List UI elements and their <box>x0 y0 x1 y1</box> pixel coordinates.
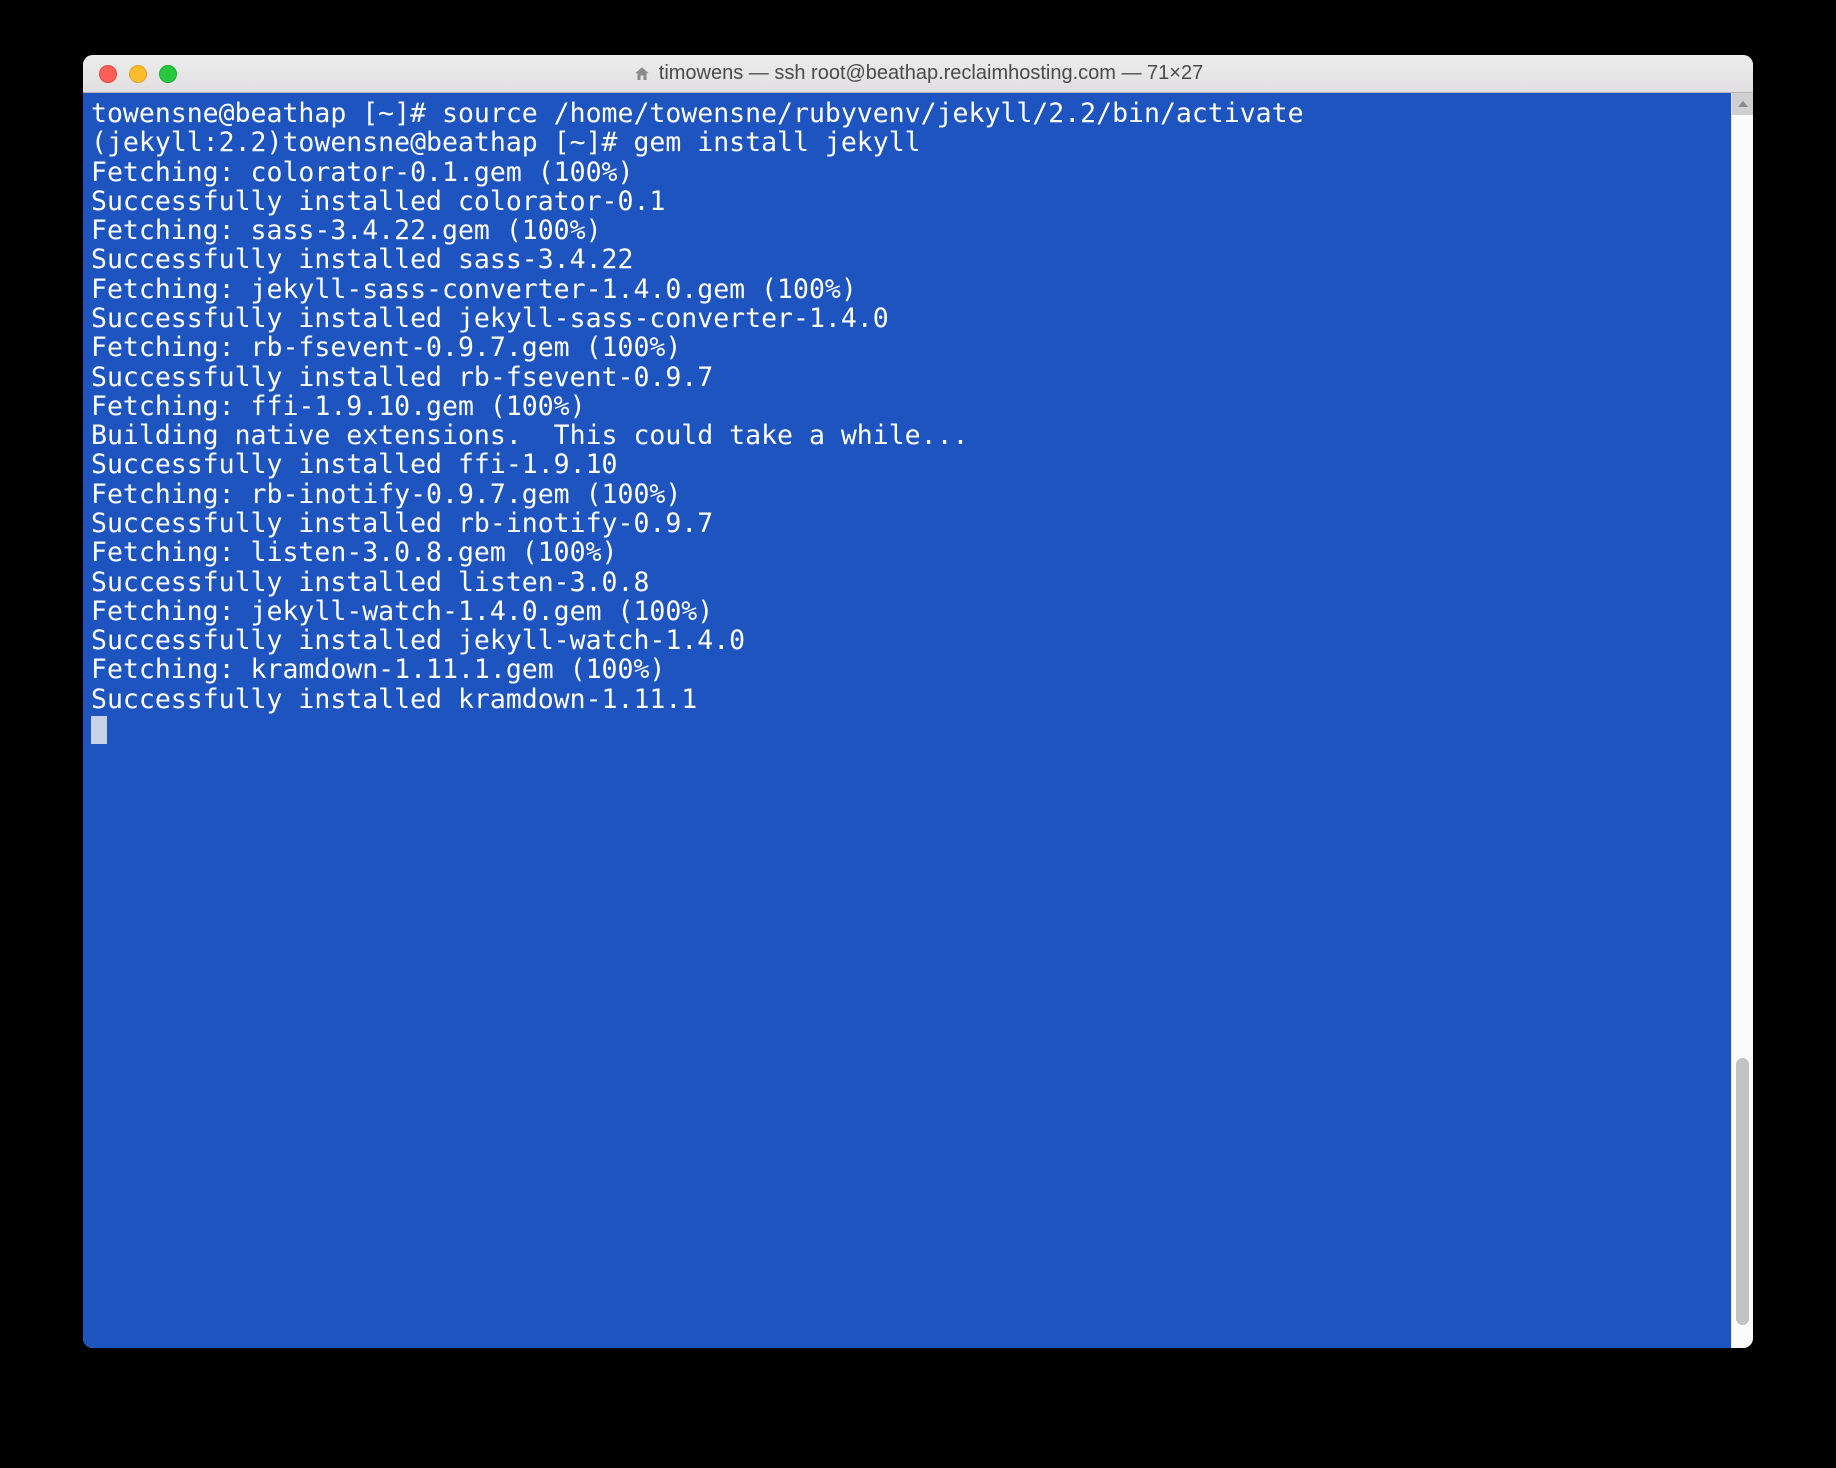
terminal-line: Successfully installed ffi-1.9.10 <box>91 449 618 480</box>
terminal-line: Successfully installed colorator-0.1 <box>91 186 665 217</box>
terminal-line: Successfully installed listen-3.0.8 <box>91 567 649 598</box>
terminal-body: towensne@beathap [~]# source /home/towen… <box>83 93 1753 1348</box>
close-button[interactable] <box>99 65 117 83</box>
terminal-line: Fetching: jekyll-sass-converter-1.4.0.ge… <box>91 274 857 305</box>
terminal-window: timowens — ssh root@beathap.reclaimhosti… <box>83 55 1753 1348</box>
terminal-line: Fetching: jekyll-watch-1.4.0.gem (100%) <box>91 596 713 627</box>
terminal-line: Fetching: ffi-1.9.10.gem (100%) <box>91 391 586 422</box>
terminal-line: Fetching: sass-3.4.22.gem (100%) <box>91 215 602 246</box>
terminal-line: Fetching: rb-inotify-0.9.7.gem (100%) <box>91 479 681 510</box>
maximize-button[interactable] <box>159 65 177 83</box>
terminal-line: Successfully installed jekyll-sass-conve… <box>91 303 889 334</box>
minimize-button[interactable] <box>129 65 147 83</box>
scrollbar-thumb[interactable] <box>1736 1058 1749 1325</box>
terminal-line: Fetching: kramdown-1.11.1.gem (100%) <box>91 654 665 685</box>
terminal-line: Fetching: rb-fsevent-0.9.7.gem (100%) <box>91 332 681 363</box>
terminal-line: Fetching: colorator-0.1.gem (100%) <box>91 157 633 188</box>
window-title-text: timowens — ssh root@beathap.reclaimhosti… <box>659 62 1203 85</box>
traffic-lights <box>83 65 177 83</box>
home-icon <box>633 65 651 83</box>
terminal-line: Successfully installed kramdown-1.11.1 <box>91 684 697 715</box>
scrollbar[interactable] <box>1731 93 1753 1348</box>
titlebar[interactable]: timowens — ssh root@beathap.reclaimhosti… <box>83 55 1753 93</box>
terminal-line: Successfully installed rb-inotify-0.9.7 <box>91 508 713 539</box>
terminal-line: Successfully installed rb-fsevent-0.9.7 <box>91 362 713 393</box>
terminal-content[interactable]: towensne@beathap [~]# source /home/towen… <box>83 93 1731 1348</box>
scrollbar-up-button[interactable] <box>1732 93 1753 115</box>
terminal-line: Fetching: listen-3.0.8.gem (100%) <box>91 537 618 568</box>
window-title: timowens — ssh root@beathap.reclaimhosti… <box>83 55 1753 92</box>
terminal-line: Successfully installed sass-3.4.22 <box>91 244 633 275</box>
cursor <box>91 716 107 744</box>
terminal-line: Building native extensions. This could t… <box>91 420 969 451</box>
terminal-line: (jekyll:2.2)towensne@beathap [~]# gem in… <box>91 127 921 158</box>
terminal-line: towensne@beathap [~]# source /home/towen… <box>91 98 1304 129</box>
terminal-line: Successfully installed jekyll-watch-1.4.… <box>91 625 745 656</box>
